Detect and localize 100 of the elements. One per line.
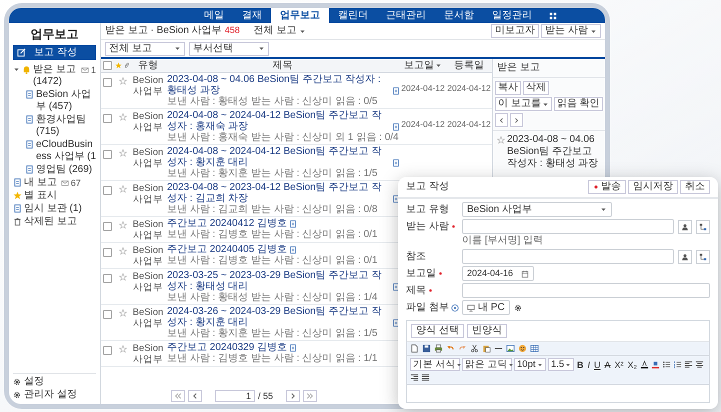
checkbox[interactable]: [103, 186, 112, 195]
numbered-list-icon[interactable]: [673, 360, 682, 369]
cancel-button[interactable]: 취소: [680, 180, 710, 194]
filter-select[interactable]: 전체 보고: [105, 42, 185, 56]
star-icon[interactable]: [118, 273, 126, 281]
checkbox[interactable]: [103, 248, 112, 257]
justify-icon[interactable]: [421, 373, 430, 382]
input-field[interactable]: [462, 283, 710, 298]
view-dropdown[interactable]: 전체 보고: [254, 25, 306, 37]
checkbox[interactable]: [103, 310, 112, 319]
report-title[interactable]: 2023-04-08 ~ 04.06 BeSion팀 주간보고 작성자 : 황태성 과장: [167, 74, 390, 96]
smiley-icon[interactable]: [518, 344, 527, 353]
compose-button[interactable]: 보고 작성: [13, 45, 96, 60]
star-icon[interactable]: [118, 185, 126, 193]
column-header[interactable]: 유형: [138, 60, 158, 72]
nav-tab[interactable]: 근태관리: [377, 8, 435, 23]
upload-button[interactable]: 내 PC: [462, 300, 510, 315]
checkbox[interactable]: [103, 346, 112, 355]
blank-template-button[interactable]: 빈양식: [466, 324, 507, 338]
nav-arrow-button[interactable]: [495, 113, 508, 127]
checkbox[interactable]: [103, 274, 112, 283]
save-icon[interactable]: [422, 344, 431, 353]
report-title[interactable]: 2023-04-08 ~ 2023-04-12 BeSion팀 주간보고 작성자 : 김교희 차장: [167, 182, 390, 204]
clipboard-icon[interactable]: [482, 344, 491, 353]
new-document-icon[interactable]: [410, 344, 419, 353]
report-title[interactable]: 2024-03-26 ~ 2024-03-29 BeSion팀 주간보고 작성자 : 황지훈 대리: [167, 306, 390, 328]
address-book-button[interactable]: [678, 220, 692, 234]
star-icon[interactable]: [497, 136, 505, 144]
checkbox[interactable]: [103, 222, 112, 231]
gear-icon[interactable]: [514, 304, 522, 312]
page-input[interactable]: 1: [215, 390, 255, 402]
nav-arrow-button[interactable]: [510, 113, 523, 127]
align-left-icon[interactable]: [684, 360, 694, 369]
strikethrough-button[interactable]: A: [604, 358, 612, 370]
input-field[interactable]: [462, 249, 674, 264]
report-title[interactable]: 2024-04-08 ~ 2024-04-12 BeSion팀 주간보고 작성자 : 홍재숙 과장: [167, 110, 390, 132]
address-book-button[interactable]: [678, 250, 692, 264]
bold-button[interactable]: B: [576, 358, 584, 370]
star-icon[interactable]: [118, 221, 126, 229]
table-icon[interactable]: [530, 344, 539, 353]
nav-tab[interactable]: 업무보고: [271, 8, 329, 23]
underline-button[interactable]: U: [593, 358, 602, 370]
align-center-icon[interactable]: [695, 360, 704, 369]
font-size-select[interactable]: 10pt: [514, 358, 546, 371]
font-select[interactable]: 맑은 고딕: [462, 358, 512, 371]
background-color-icon[interactable]: [651, 360, 660, 369]
save-draft-button[interactable]: 임시저장: [628, 180, 678, 194]
sidebar-item[interactable]: 받은 보고 (1472): [33, 64, 77, 88]
move-dropdown[interactable]: 이 보고를: [495, 97, 552, 111]
paragraph-style-select[interactable]: 기본 서식: [410, 358, 460, 371]
italic-button[interactable]: I: [586, 358, 592, 370]
read-status-button[interactable]: 읽음 확인: [554, 97, 603, 111]
checkbox[interactable]: [103, 114, 112, 123]
page-button[interactable]: [286, 390, 300, 402]
text-color-icon[interactable]: [640, 360, 650, 369]
report-title[interactable]: 주간보고 20240329 김병호: [167, 342, 288, 353]
org-chart-button[interactable]: [696, 250, 710, 264]
sidebar-item[interactable]: 별 표시: [24, 190, 57, 202]
report-title[interactable]: 주간보고 20240412 김병호: [167, 218, 288, 229]
page-button[interactable]: [171, 390, 185, 402]
settings-link[interactable]: 관리자 설정: [24, 389, 77, 401]
settings-link[interactable]: 설정: [24, 376, 44, 388]
nav-tab[interactable]: 문서함: [435, 8, 483, 23]
sidebar-item[interactable]: BeSion 사업부 (457): [36, 88, 96, 112]
input-field[interactable]: [462, 219, 674, 234]
nav-tab[interactable]: 일정관리: [483, 8, 541, 23]
template-select-button[interactable]: 양식 선택: [411, 324, 464, 338]
checkbox[interactable]: [103, 78, 112, 87]
sidebar-item[interactable]: 내 보고: [24, 176, 57, 188]
column-header[interactable]: 제목: [272, 60, 292, 72]
nav-tab[interactable]: 결재: [233, 8, 271, 23]
nav-tab[interactable]: 캘린더: [329, 8, 377, 23]
star-icon[interactable]: [118, 345, 126, 353]
printer-icon[interactable]: [434, 344, 443, 353]
sidebar-item[interactable]: 영업팀 (269): [36, 164, 92, 176]
copy-button[interactable]: 복사: [495, 81, 521, 95]
page-button[interactable]: [188, 390, 202, 402]
checkbox[interactable]: [103, 61, 112, 70]
line-height-select[interactable]: 1.5: [548, 358, 574, 371]
missing-reporters-button[interactable]: 미보고자: [491, 24, 540, 38]
date-field[interactable]: 2024-04-16: [462, 266, 534, 281]
nav-tab[interactable]: 메일: [195, 8, 233, 23]
star-icon[interactable]: [118, 309, 126, 317]
column-header[interactable]: 보고일: [404, 60, 442, 72]
org-chart-button[interactable]: [696, 220, 710, 234]
filter-select[interactable]: 부서선택: [189, 42, 269, 56]
type-select[interactable]: BeSion 사업부: [462, 202, 612, 217]
report-title[interactable]: 2024-04-08 ~ 2024-04-12 BeSion팀 주간보고 작성자 : 황지훈 대리: [167, 146, 390, 168]
star-icon[interactable]: [118, 113, 126, 121]
report-title[interactable]: 주간보고 20240405 김병호: [167, 244, 288, 255]
column-header[interactable]: 등록일: [454, 60, 484, 72]
star-icon[interactable]: [118, 77, 126, 85]
recipient-dropdown[interactable]: 받는 사람: [541, 24, 601, 38]
scissors-icon[interactable]: [470, 344, 479, 353]
superscript-button[interactable]: X²: [614, 358, 625, 370]
sidebar-item[interactable]: 삭제된 보고: [24, 216, 77, 228]
grid-icon[interactable]: [549, 12, 557, 20]
star-icon[interactable]: [118, 247, 126, 255]
align-right-icon[interactable]: [410, 373, 419, 382]
sidebar-item[interactable]: 환경사업팀 (715): [36, 114, 96, 138]
